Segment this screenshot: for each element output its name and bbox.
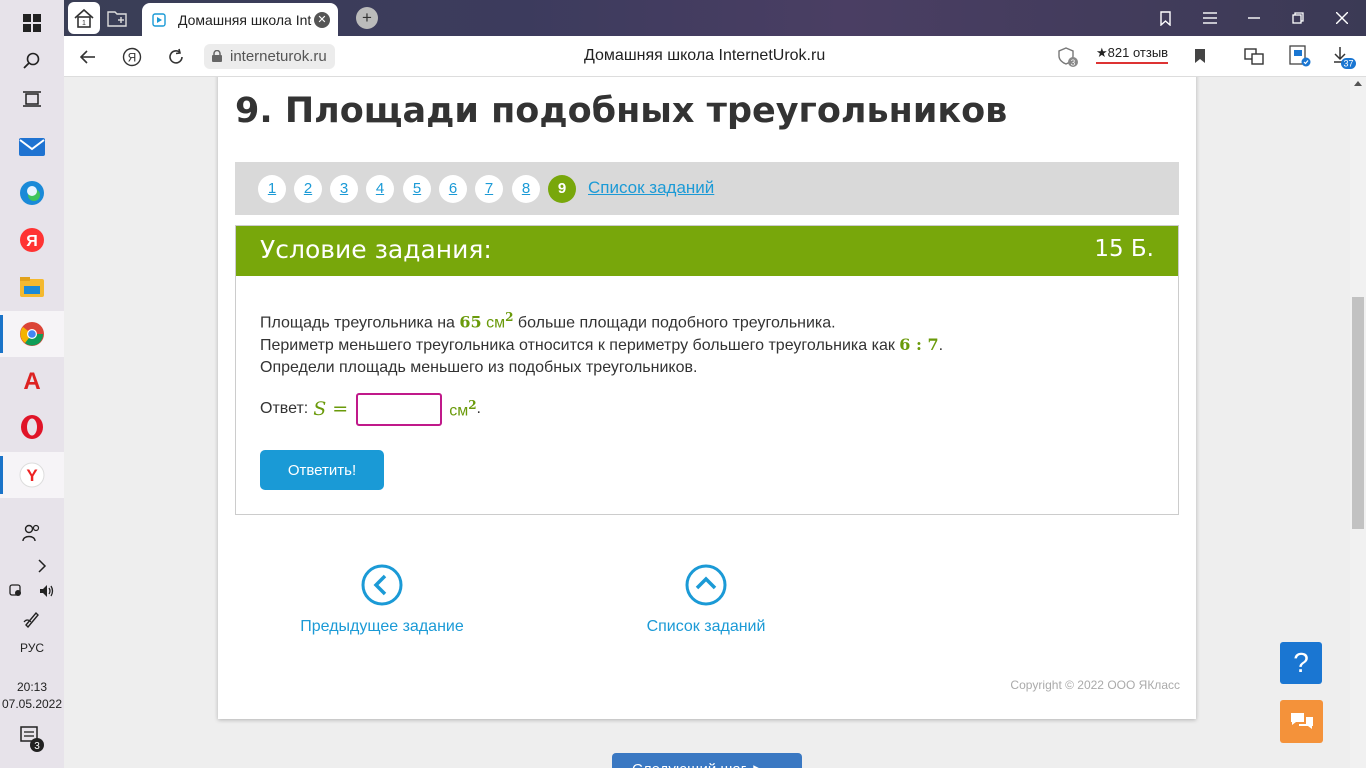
pen-icon[interactable] bbox=[0, 596, 64, 642]
reviews-badge[interactable]: ★821 отзыв bbox=[1096, 45, 1169, 64]
yandex-app-icon[interactable]: Я bbox=[0, 217, 64, 263]
page-link-3[interactable]: 3 bbox=[330, 175, 358, 203]
notification-count: 3 bbox=[34, 741, 40, 752]
windows-taskbar: Я A Y РУС 20:13 07.05.2022 3 bbox=[0, 0, 64, 768]
page-link-2[interactable]: 2 bbox=[294, 175, 322, 203]
svg-text:Y: Y bbox=[26, 466, 38, 485]
previous-task-link[interactable]: Предыдущее задание bbox=[272, 564, 492, 636]
downloads-count: 37 bbox=[1343, 59, 1353, 69]
browser-titlebar: 1 Домашняя школа InternetUrok.ru ✕ + bbox=[64, 0, 1366, 36]
url-field[interactable]: interneturok.ru bbox=[204, 44, 335, 69]
page-link-6[interactable]: 6 bbox=[439, 175, 467, 203]
reload-icon[interactable] bbox=[163, 44, 189, 70]
task-header: Условие задания: 15 Б. bbox=[236, 226, 1178, 276]
task-box: Условие задания: 15 Б. Площадь треугольн… bbox=[235, 225, 1179, 515]
downloads-icon[interactable]: 37 bbox=[1332, 45, 1356, 73]
scroll-thumb[interactable] bbox=[1352, 297, 1364, 529]
task-list-bottom-link[interactable]: Список заданий bbox=[596, 564, 816, 636]
answer-variable: S bbox=[313, 398, 327, 420]
previous-arrow-icon bbox=[361, 564, 403, 606]
svg-text:Я: Я bbox=[26, 233, 38, 250]
protect-icon[interactable]: 3 bbox=[1057, 46, 1079, 68]
page-title-center: Домашняя школа InternetUrok.ru bbox=[584, 47, 826, 64]
clock-date[interactable]: 07.05.2022 bbox=[0, 697, 64, 711]
collections-icon[interactable] bbox=[1144, 0, 1188, 36]
file-explorer-icon[interactable] bbox=[0, 264, 64, 310]
page-viewport: 9. Площади подобных треугольников 1 2 3 … bbox=[64, 77, 1350, 768]
restore-icon[interactable] bbox=[1276, 0, 1320, 36]
task-statement: Площадь треугольника на 65 см2 больше пл… bbox=[260, 306, 943, 379]
page-link-current[interactable]: 9 bbox=[548, 175, 576, 203]
back-arrow-icon[interactable] bbox=[75, 44, 101, 70]
task-points: 15 Б. bbox=[1094, 236, 1154, 262]
lesson-card: 9. Площади подобных треугольников 1 2 3 … bbox=[218, 77, 1196, 719]
acrobat-icon[interactable]: A bbox=[0, 357, 64, 403]
submit-answer-button[interactable]: Ответить! bbox=[260, 450, 384, 490]
page-link-1[interactable]: 1 bbox=[258, 175, 286, 203]
previous-task-label: Предыдущее задание bbox=[300, 618, 464, 635]
task-view-icon[interactable] bbox=[0, 76, 64, 122]
task-line-3: Определи площадь меньшего из подобных тр… bbox=[260, 359, 698, 377]
task-list-link[interactable]: Список заданий bbox=[588, 178, 714, 198]
edge-browser-icon[interactable] bbox=[0, 170, 64, 216]
scroll-up-icon[interactable] bbox=[1354, 81, 1362, 86]
lock-icon bbox=[212, 50, 222, 62]
svg-text:A: A bbox=[23, 368, 40, 392]
translate-icon[interactable] bbox=[1244, 46, 1264, 70]
help-button[interactable]: ? bbox=[1280, 642, 1322, 684]
copyright: Copyright © 2022 ООО ЯКласс bbox=[1010, 678, 1180, 692]
perimeter-ratio: 6 : 7 bbox=[899, 335, 939, 355]
task-header-title: Условие задания: bbox=[260, 235, 492, 264]
lesson-title: 9. Площади подобных треугольников bbox=[235, 91, 1008, 131]
answer-equals: = bbox=[332, 398, 349, 420]
page-link-8[interactable]: 8 bbox=[512, 175, 540, 203]
mail-app-icon[interactable] bbox=[0, 124, 64, 170]
close-tab-icon[interactable]: ✕ bbox=[314, 12, 330, 28]
task-line-2: Периметр меньшего треугольника относится… bbox=[260, 335, 944, 355]
chat-button[interactable] bbox=[1280, 700, 1323, 743]
answer-input[interactable] bbox=[356, 392, 443, 426]
up-arrow-icon bbox=[685, 564, 727, 606]
protect-count: 3 bbox=[1071, 59, 1076, 68]
answer-unit: см2 bbox=[449, 397, 477, 420]
tab-title: Домашняя школа InternetUrok.ru bbox=[178, 11, 312, 28]
address-bar: Я interneturok.ru Домашняя школа Interne… bbox=[64, 36, 1366, 77]
tab-favicon-icon bbox=[152, 12, 166, 27]
chat-icon bbox=[1290, 712, 1313, 729]
task-line-1: Площадь треугольника на 65 см2 больше пл… bbox=[260, 310, 836, 332]
home-icon[interactable]: 1 bbox=[68, 2, 100, 34]
opera-browser-icon[interactable] bbox=[0, 404, 64, 450]
new-tab-plus-icon[interactable]: + bbox=[356, 7, 378, 29]
page-link-5[interactable]: 5 bbox=[403, 175, 431, 203]
page-scrollbar[interactable] bbox=[1350, 77, 1366, 768]
svg-text:1: 1 bbox=[82, 20, 86, 27]
new-tab-group-icon[interactable] bbox=[104, 6, 130, 30]
answer-label: Ответ: bbox=[260, 400, 309, 417]
yandex-logo-icon[interactable]: Я bbox=[119, 44, 145, 70]
task-list-bottom-label: Список заданий bbox=[646, 618, 766, 635]
close-window-icon[interactable] bbox=[1320, 0, 1364, 36]
minimize-icon[interactable] bbox=[1232, 0, 1276, 36]
page-link-4[interactable]: 4 bbox=[366, 175, 394, 203]
task-pager: 1 2 3 4 5 6 7 8 9 Список заданий bbox=[235, 162, 1179, 215]
answer-row: Ответ: S = см2. bbox=[260, 392, 481, 426]
svg-text:Я: Я bbox=[128, 51, 137, 65]
area-difference-value: 65 bbox=[459, 312, 482, 332]
extension-icon[interactable] bbox=[1289, 45, 1311, 71]
chrome-browser-icon[interactable] bbox=[0, 311, 64, 357]
url-text: interneturok.ru bbox=[230, 48, 327, 65]
next-step-button[interactable]: Следующий шаг ► bbox=[612, 753, 802, 768]
browser-tab-active[interactable]: Домашняя школа InternetUrok.ru ✕ bbox=[142, 3, 338, 36]
notification-center-icon[interactable]: 3 bbox=[0, 716, 64, 762]
page-link-7[interactable]: 7 bbox=[475, 175, 503, 203]
yandex-browser-icon[interactable]: Y bbox=[0, 452, 64, 498]
bookmark-icon[interactable] bbox=[1194, 48, 1206, 68]
clock-time[interactable]: 20:13 bbox=[0, 680, 64, 694]
menu-icon[interactable] bbox=[1188, 0, 1232, 36]
language-indicator[interactable]: РУС bbox=[0, 641, 64, 655]
